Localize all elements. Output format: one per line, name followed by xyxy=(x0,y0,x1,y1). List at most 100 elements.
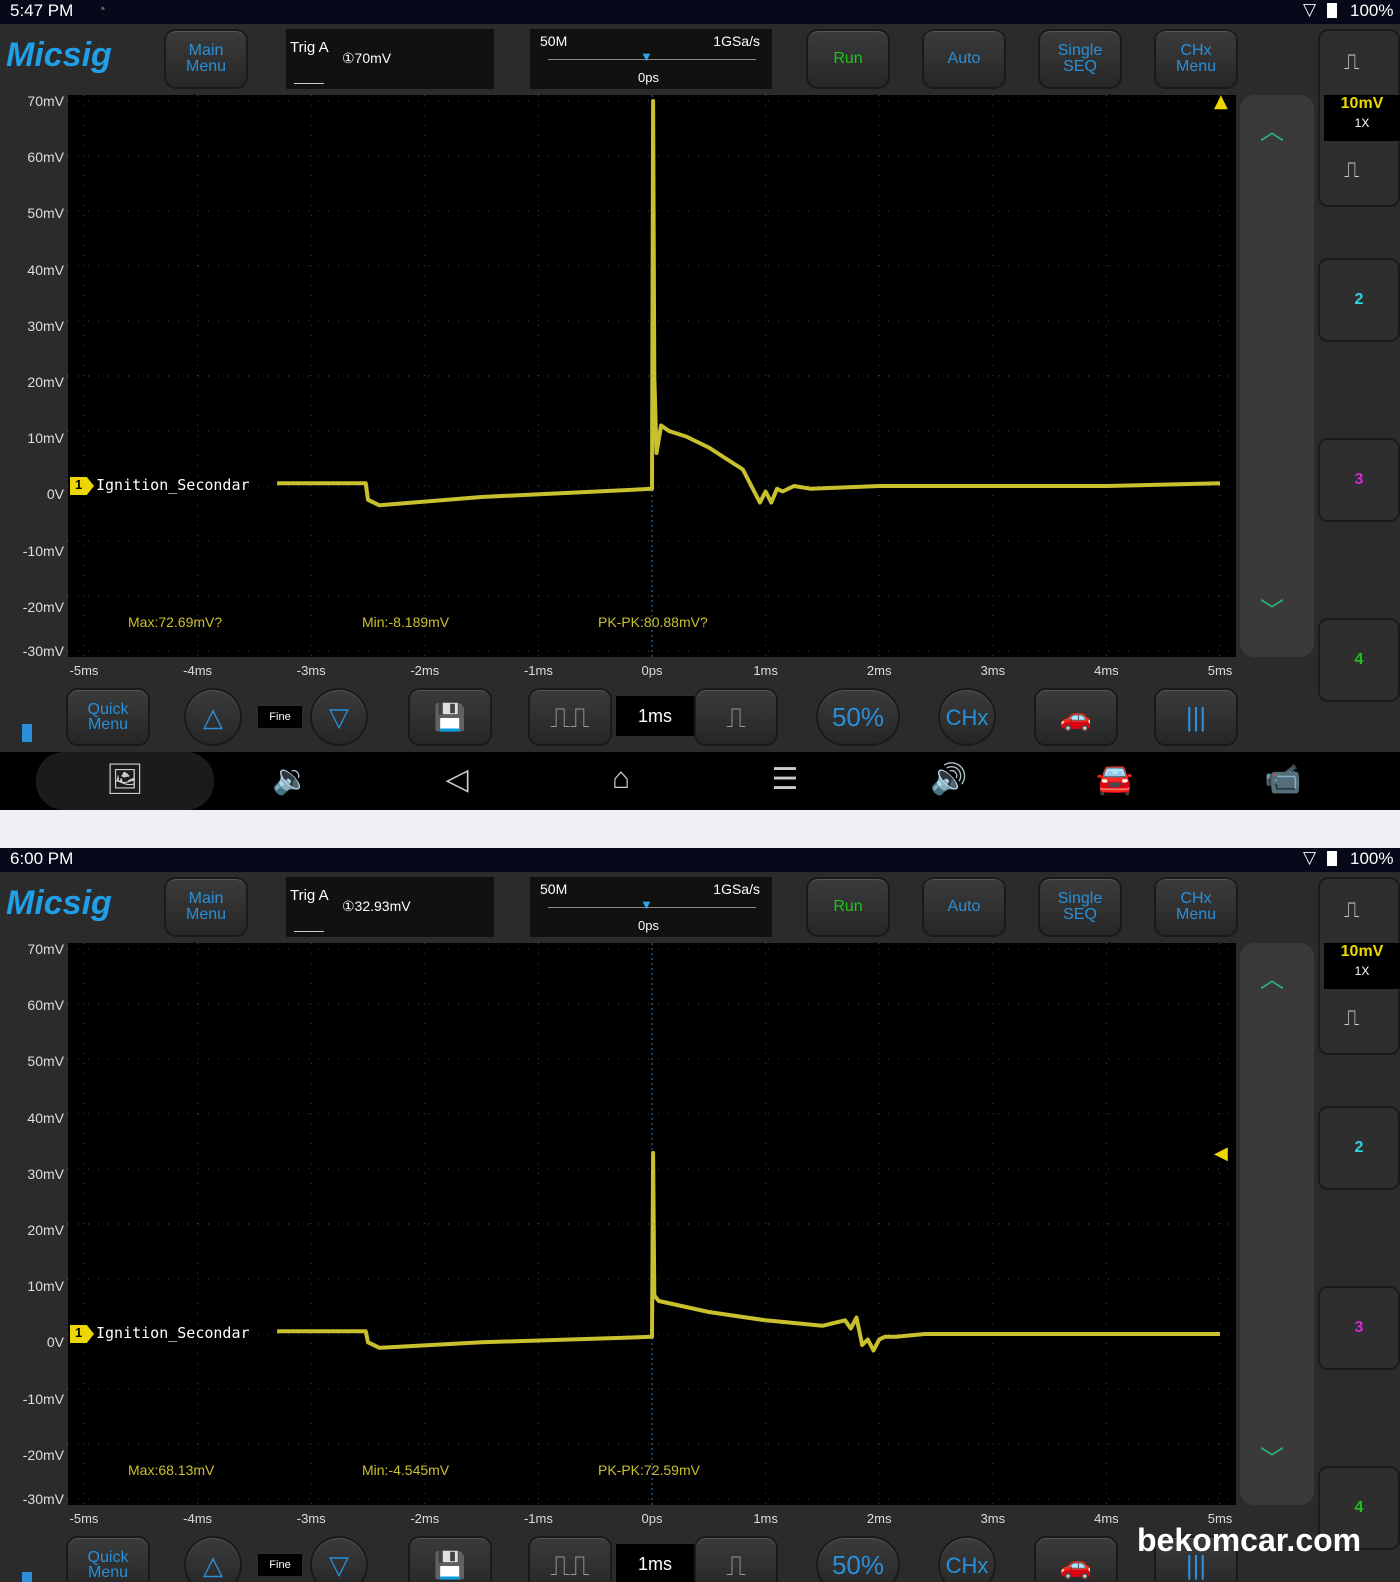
floppy-disk-icon: 💾 xyxy=(433,701,467,732)
volume-down-icon[interactable]: 🔉 xyxy=(266,762,316,797)
triangle-down-icon: ▽ xyxy=(329,701,349,732)
channel-1-scale[interactable]: 10mV 1X xyxy=(1324,943,1400,989)
back-icon[interactable]: ◁ xyxy=(432,762,482,797)
sample-rate: 1GSa/s xyxy=(713,33,760,49)
volume-up-icon[interactable]: 🔊 xyxy=(924,762,974,797)
auto-button[interactable]: Auto xyxy=(922,29,1006,89)
channel-1-volts-div: 10mV xyxy=(1340,95,1384,112)
vertical-position-track[interactable]: ︿ ﹀ xyxy=(1240,95,1314,657)
y-tick-label: 60mV xyxy=(27,997,64,1014)
run-button[interactable]: Run xyxy=(806,29,890,89)
quick-menu-button[interactable]: Quick Menu xyxy=(66,1536,150,1582)
single-seq-button[interactable]: Single SEQ xyxy=(1038,29,1122,89)
main-menu-button[interactable]: Main Menu xyxy=(164,29,248,89)
timebase-decrease-button[interactable]: ⎍⎍ xyxy=(528,1536,612,1582)
trigger-label: Trig A xyxy=(290,887,329,904)
single-seq-button[interactable]: Single SEQ xyxy=(1038,877,1122,937)
run-button[interactable]: Run xyxy=(806,877,890,937)
trigger-level-marker-icon[interactable]: ◀ xyxy=(1214,1143,1228,1164)
chevron-down-icon[interactable]: ﹀ xyxy=(1260,591,1284,626)
x-tick-label: 4ms xyxy=(1094,1511,1119,1526)
y-tick-label: 0V xyxy=(46,486,64,503)
chx-menu-button[interactable]: CHx Menu xyxy=(1154,877,1238,937)
rising-edge-icon xyxy=(294,64,324,84)
car-icon: 🚗 xyxy=(1059,701,1093,732)
automotive-button[interactable]: 🚗 xyxy=(1034,688,1118,746)
x-tick-label: 1ms xyxy=(753,1511,778,1526)
time-per-div[interactable]: 1ms xyxy=(616,696,694,736)
memory-depth: 50M xyxy=(540,33,568,49)
chx-menu-button[interactable]: CHx Menu xyxy=(1154,29,1238,89)
trigger-level-marker-icon[interactable]: ▲ xyxy=(1214,95,1228,112)
car-diagnostic-icon[interactable]: 🚘 xyxy=(1090,762,1140,797)
timebase-panel[interactable]: 50M 1GSa/s ▼ 0ps xyxy=(530,29,772,89)
vertical-position-track[interactable]: ︿ ﹀ xyxy=(1240,943,1314,1505)
channel-1-probe: 1X xyxy=(1354,964,1370,978)
automotive-button[interactable]: 🚗 xyxy=(1034,1536,1118,1582)
wide-pulse-icon: ⎍ xyxy=(726,701,746,733)
trigger-50-percent-button[interactable]: 50% xyxy=(816,1536,900,1582)
status-bar: 6:00 PM ▽ 100% xyxy=(0,848,1400,872)
scale-down-button[interactable]: ▽ xyxy=(310,688,368,746)
channel-2-button[interactable]: 2 xyxy=(1318,258,1400,342)
x-tick-label: 1ms xyxy=(753,663,778,678)
main-menu-button[interactable]: Main Menu xyxy=(164,877,248,937)
chx-button[interactable]: CHx xyxy=(938,1536,996,1582)
pulse-icon: ⎍ xyxy=(1344,49,1360,74)
measurement-pkpk: PK-PK:72.59mV xyxy=(598,1462,700,1478)
channel-3-button[interactable]: 3 xyxy=(1318,1286,1400,1370)
trigger-50-percent-button[interactable]: 50% xyxy=(816,688,900,746)
trigger-panel[interactable]: Trig A ①32.93mV xyxy=(286,877,494,937)
save-button[interactable]: 💾 xyxy=(408,688,492,746)
fine-toggle[interactable]: Fine xyxy=(258,706,302,728)
channel-2-button[interactable]: 2 xyxy=(1318,1106,1400,1190)
fine-toggle[interactable]: Fine xyxy=(258,1554,302,1576)
chevron-up-icon[interactable]: ︿ xyxy=(1260,111,1284,146)
pulse-icon: ⎍ xyxy=(1344,1005,1360,1030)
timebase-panel[interactable]: 50M 1GSa/s ▼ 0ps xyxy=(530,877,772,937)
timebase-increase-button[interactable]: ⎍ xyxy=(694,688,778,746)
waveform-display[interactable]: ▲ xyxy=(68,95,1236,657)
scale-up-button[interactable]: △ xyxy=(184,688,242,746)
waveform-trace-ch1 xyxy=(277,99,1221,508)
horizontal-position: 0ps xyxy=(638,70,659,85)
chevron-up-icon[interactable]: ︿ xyxy=(1260,959,1284,994)
chevron-down-icon[interactable]: ﹀ xyxy=(1260,1439,1284,1474)
waveform-trace-ch1 xyxy=(277,1150,1220,1353)
channel-1-scale[interactable]: 10mV 1X xyxy=(1324,95,1400,141)
scale-up-button[interactable]: △ xyxy=(184,1536,242,1582)
timebase-increase-button[interactable]: ⎍ xyxy=(694,1536,778,1582)
x-tick-label: 3ms xyxy=(980,1511,1006,1526)
scale-down-button[interactable]: ▽ xyxy=(310,1536,368,1582)
trigger-panel[interactable]: Trig A ①70mV xyxy=(286,29,494,89)
menu-icon[interactable]: ☰ xyxy=(760,762,810,797)
chx-button[interactable]: CHx xyxy=(938,688,996,746)
wifi-icon: ▽ xyxy=(1303,0,1317,19)
x-tick-label: -4ms xyxy=(183,663,213,678)
status-time: 5:47 PM xyxy=(10,1,74,20)
channel-label: Ignition_Secondar xyxy=(96,1324,250,1342)
android-nav-bar: 🖼 🔉 ◁ ⌂ ☰ 🔊 🚘 📹 xyxy=(0,752,1400,810)
waveform-plot: ▲ xyxy=(68,95,1236,657)
channel-number: 3 xyxy=(1354,471,1364,488)
status-time: 6:00 PM xyxy=(10,849,74,868)
x-tick-label: 3ms xyxy=(980,663,1006,678)
time-per-div[interactable]: 1ms xyxy=(616,1544,694,1582)
timebase-decrease-button[interactable]: ⎍⎍ xyxy=(528,688,612,746)
triangle-up-icon: △ xyxy=(203,1549,223,1580)
signal-icon: ◔ xyxy=(97,1,107,18)
channel-3-button[interactable]: 3 xyxy=(1318,438,1400,522)
triangle-down-icon: ▽ xyxy=(329,1549,349,1580)
save-button[interactable]: 💾 xyxy=(408,1536,492,1582)
home-icon[interactable]: ⌂ xyxy=(596,762,646,796)
screenshot-icon[interactable]: 🖼 xyxy=(100,762,150,797)
waveform-display[interactable]: ◀ xyxy=(68,943,1236,1505)
channel-4-button[interactable]: 4 xyxy=(1318,618,1400,702)
measurement-min: Min:-4.545mV xyxy=(362,1462,450,1478)
auto-button[interactable]: Auto xyxy=(922,877,1006,937)
screen-record-icon[interactable]: 📹 xyxy=(1258,762,1308,797)
x-tick-label: 2ms xyxy=(866,1511,892,1526)
cursor-button[interactable]: ||| xyxy=(1154,688,1238,746)
quick-menu-button[interactable]: Quick Menu xyxy=(66,688,150,746)
y-tick-label: 20mV xyxy=(27,1222,64,1238)
